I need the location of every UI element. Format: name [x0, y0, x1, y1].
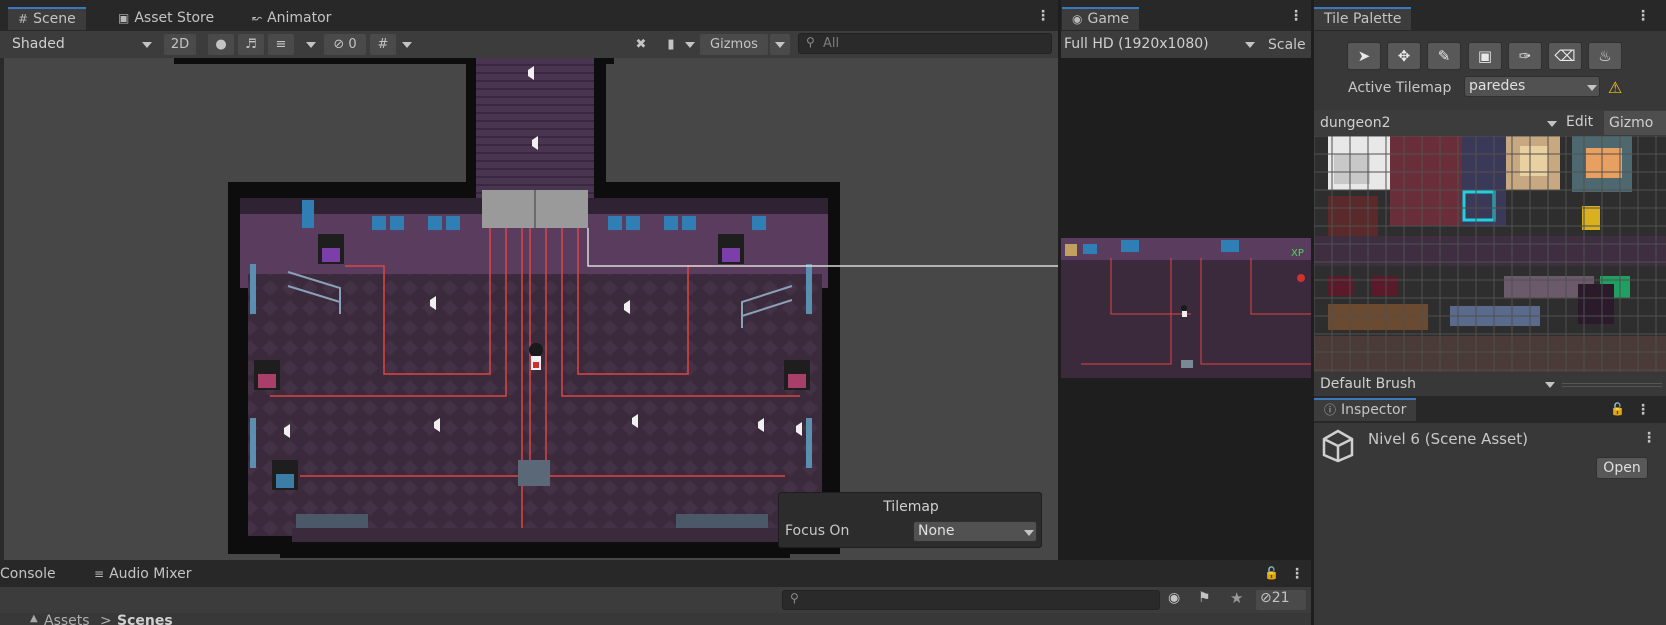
brush-dropdown[interactable]: Default Brush: [1314, 374, 1554, 395]
grid-icon: #: [18, 12, 29, 26]
focus-on-label: Focus On: [785, 523, 850, 539]
info-icon: ⓘ: [1324, 403, 1337, 417]
tab-console[interactable]: Console: [0, 563, 66, 586]
camera-icon[interactable]: ▮: [660, 34, 682, 55]
tab-animator[interactable]: ↜ Animator: [242, 7, 341, 30]
open-asset-button[interactable]: Open: [1596, 457, 1648, 479]
gamepad-icon: ◉: [1072, 12, 1083, 26]
resolution-caret-icon: [1245, 42, 1255, 48]
filter-type-icon[interactable]: ◉: [1168, 590, 1180, 606]
toggle-2d-button[interactable]: 2D: [164, 34, 196, 55]
tab-asset-store[interactable]: ▣ Asset Store: [108, 7, 224, 30]
box-fill-icon[interactable]: ▣: [1468, 42, 1502, 70]
focus-caret-icon: [1024, 530, 1034, 536]
scene-more-menu-icon[interactable]: ⋮: [1036, 8, 1050, 24]
animator-icon: ↜: [252, 11, 263, 25]
tilemap-overlay-title: Tilemap: [883, 499, 939, 515]
brush-resize-handle[interactable]: [1562, 383, 1662, 387]
game-more-menu-icon[interactable]: ⋮: [1289, 8, 1303, 24]
scene-search-input[interactable]: ⚲ All: [798, 33, 1052, 54]
active-tilemap-label: Active Tilemap: [1348, 80, 1452, 96]
inspector-more-menu-icon[interactable]: ⋮: [1636, 402, 1650, 418]
inspector-lock-icon[interactable]: 🔓: [1610, 402, 1625, 416]
breadcrumb-arrow-icon: ▲: [30, 613, 38, 624]
game-view[interactable]: XP: [1061, 58, 1311, 560]
shading-mode-dropdown[interactable]: Shaded: [6, 34, 156, 55]
lighting-toggle-icon[interactable]: ●: [208, 34, 234, 55]
console-search-input[interactable]: ⚲: [782, 590, 1160, 610]
grid-snap-icon[interactable]: #: [370, 34, 396, 55]
game-preview-render: XP: [1061, 238, 1311, 378]
tab-tile-palette[interactable]: Tile Palette: [1314, 7, 1412, 30]
breadcrumb-leaf[interactable]: Scenes: [117, 613, 173, 625]
store-icon: ▣: [118, 11, 130, 25]
warning-icon: ⚠: [1608, 78, 1623, 97]
camera-caret-icon[interactable]: [685, 42, 695, 48]
breadcrumb: ▲ Assets > Scenes: [0, 613, 1311, 625]
mixer-icon: ≡: [94, 567, 105, 581]
palette-caret-icon: [1547, 121, 1557, 127]
grid-caret-icon[interactable]: [402, 42, 412, 48]
active-tilemap-dropdown[interactable]: paredes: [1464, 76, 1600, 97]
hidden-items-toggle[interactable]: ⊘21: [1256, 590, 1306, 610]
scene-visibility-toggle[interactable]: ⊘ 0: [324, 34, 366, 55]
audio-toggle-icon[interactable]: ♬: [238, 34, 264, 55]
tab-scene[interactable]: # Scene: [8, 7, 86, 30]
shading-caret-icon: [142, 42, 152, 48]
palette-edit-button[interactable]: Edit: [1566, 114, 1593, 130]
gizmos-button[interactable]: Gizmos: [700, 34, 768, 55]
asset-more-menu-icon[interactable]: ⋮: [1642, 430, 1656, 446]
tab-game[interactable]: ◉ Game: [1062, 7, 1140, 30]
eye-slash-icon: ⊘: [333, 37, 345, 52]
favorite-star-icon[interactable]: ★: [1230, 589, 1243, 607]
unity-logo-icon: [1320, 428, 1356, 464]
resolution-dropdown[interactable]: Full HD (1920x1080): [1058, 34, 1258, 55]
tile-grid[interactable]: [1314, 136, 1666, 372]
effects-caret-icon[interactable]: [306, 42, 316, 48]
xp-indicator: XP: [1291, 248, 1304, 259]
select-tool-icon[interactable]: ➤: [1347, 42, 1381, 70]
eye-slash-icon: ⊘: [1260, 590, 1272, 606]
console-more-menu-icon[interactable]: ⋮: [1290, 566, 1304, 582]
scene-viewport[interactable]: [0, 58, 1058, 560]
tab-inspector[interactable]: ⓘ Inspector: [1314, 398, 1417, 421]
tile-palette-preview: [1314, 136, 1666, 372]
palette-gizmos-button[interactable]: Gizmo: [1604, 111, 1666, 135]
console-lock-icon[interactable]: 🔓: [1264, 566, 1279, 580]
tilemap-overlay[interactable]: Tilemap Focus On None: [778, 492, 1042, 548]
brush-caret-icon: [1545, 382, 1555, 388]
tag-filter-icon[interactable]: ⚑: [1198, 590, 1211, 606]
effects-toggle-icon[interactable]: ≡: [268, 34, 294, 55]
dungeon-level-map: [174, 58, 1058, 558]
tools-icon[interactable]: ✖: [628, 34, 654, 55]
inspector-body: [1314, 423, 1666, 625]
console-search-icon: ⚲: [790, 591, 799, 605]
fill-bucket-icon[interactable]: ♨: [1588, 42, 1622, 70]
eraser-icon[interactable]: ⌫: [1548, 42, 1582, 70]
inspector-asset-title: Nivel 6 (Scene Asset): [1368, 430, 1528, 448]
paint-brush-icon[interactable]: ✎: [1427, 42, 1461, 70]
breadcrumb-separator: >: [100, 613, 112, 625]
search-icon: ⚲: [806, 35, 815, 49]
tab-audio-mixer[interactable]: ≡ Audio Mixer: [84, 563, 202, 586]
tile-palette-more-menu-icon[interactable]: ⋮: [1636, 8, 1650, 24]
scale-label: Scale: [1268, 37, 1306, 53]
tilemap-caret-icon: [1587, 85, 1597, 91]
breadcrumb-root[interactable]: Assets: [44, 613, 90, 625]
palette-dropdown[interactable]: dungeon2: [1314, 113, 1554, 134]
move-tool-icon[interactable]: ✥: [1387, 42, 1421, 70]
focus-on-dropdown[interactable]: None: [913, 521, 1037, 542]
picker-icon[interactable]: ✑: [1508, 42, 1542, 70]
gizmos-caret-icon: [775, 42, 785, 48]
